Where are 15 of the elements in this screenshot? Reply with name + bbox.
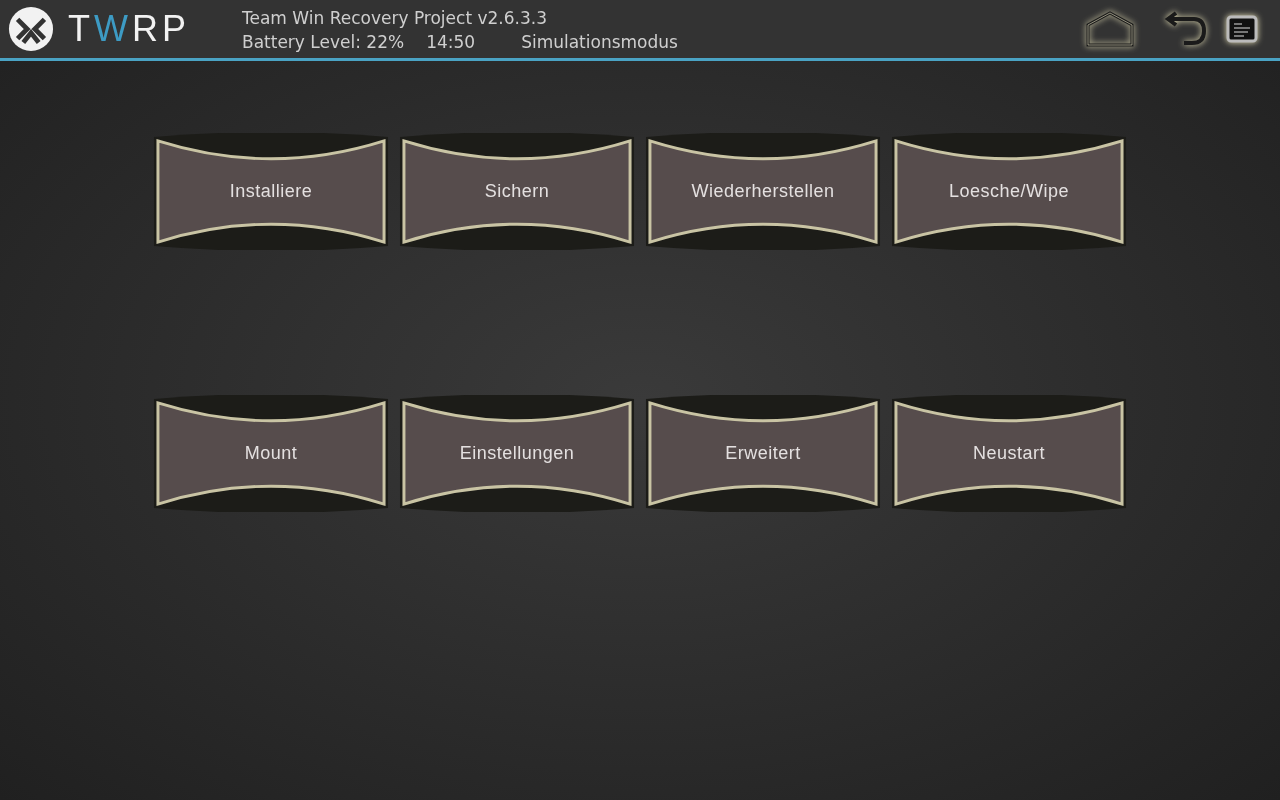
logo-wordmark: TWRP (68, 8, 190, 50)
app-title: Team Win Recovery Project v2.6.3.3 (242, 7, 548, 30)
menu-button[interactable]: Einstellungen (398, 395, 636, 512)
mode-label: Simulationsmodus (521, 31, 678, 54)
console-icon[interactable] (1226, 15, 1258, 43)
menu-button[interactable]: Installiere (152, 133, 390, 250)
menu-button[interactable]: Wiederherstellen (644, 133, 882, 250)
menu-button[interactable]: Sichern (398, 133, 636, 250)
clock-time: 14:50 (426, 31, 476, 54)
menu-button[interactable]: Erweitert (644, 395, 882, 512)
menu-button[interactable]: Mount (152, 395, 390, 512)
menu-button[interactable]: Loesche/Wipe (890, 133, 1128, 250)
battery-level: Battery Level: 22% (242, 31, 405, 54)
logo-icon (8, 6, 54, 52)
menu-button[interactable]: Neustart (890, 395, 1128, 512)
